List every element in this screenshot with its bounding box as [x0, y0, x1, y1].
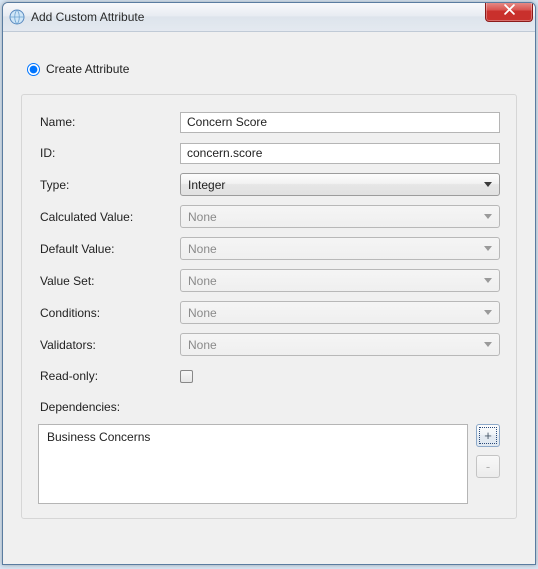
readonly-checkbox[interactable] [180, 370, 193, 383]
row-default-value: Default Value: None [38, 237, 500, 260]
name-input[interactable] [180, 112, 500, 133]
label-type: Type: [38, 178, 180, 192]
calculated-value-select-value: None [188, 210, 217, 224]
label-conditions: Conditions: [38, 306, 180, 320]
remove-dependency-button[interactable]: - [476, 455, 500, 478]
close-button[interactable] [485, 2, 533, 22]
label-readonly: Read-only: [38, 369, 180, 383]
label-value-set: Value Set: [38, 274, 180, 288]
row-readonly: Read-only: [38, 365, 500, 387]
row-name: Name: [38, 111, 500, 133]
row-validators: Validators: None [38, 333, 500, 356]
validators-select-value: None [188, 338, 217, 352]
row-value-set: Value Set: None [38, 269, 500, 292]
row-type: Type: Integer [38, 173, 500, 196]
chevron-down-icon [484, 342, 492, 347]
chevron-down-icon [484, 182, 492, 187]
create-attribute-radio[interactable] [27, 63, 40, 76]
plus-icon: + [484, 428, 492, 443]
id-input[interactable] [180, 143, 500, 164]
row-id: ID: [38, 142, 500, 164]
window-title: Add Custom Attribute [31, 10, 144, 24]
chevron-down-icon [484, 278, 492, 283]
label-dependencies: Dependencies: [38, 400, 180, 414]
label-calculated-value: Calculated Value: [38, 210, 180, 224]
row-conditions: Conditions: None [38, 301, 500, 324]
default-value-select-value: None [188, 242, 217, 256]
type-select-value: Integer [188, 178, 225, 192]
label-default-value: Default Value: [38, 242, 180, 256]
type-select[interactable]: Integer [180, 173, 500, 196]
minus-icon: - [486, 459, 490, 474]
dependencies-area: Business Concerns + - [38, 424, 500, 504]
label-id: ID: [38, 146, 180, 160]
attribute-form-group: Name: ID: Type: Integer Calculated Value… [21, 94, 517, 519]
dialog-window: Add Custom Attribute Create Attribute Na… [2, 2, 536, 565]
validators-select[interactable]: None [180, 333, 500, 356]
label-validators: Validators: [38, 338, 180, 352]
titlebar[interactable]: Add Custom Attribute [3, 3, 535, 32]
mode-radio-row: Create Attribute [27, 62, 517, 76]
row-dependencies-label: Dependencies: [38, 396, 500, 418]
dependencies-buttons: + - [476, 424, 500, 478]
label-name: Name: [38, 115, 180, 129]
app-globe-icon [9, 9, 25, 25]
dependencies-list[interactable]: Business Concerns [38, 424, 468, 504]
chevron-down-icon [484, 214, 492, 219]
chevron-down-icon [484, 246, 492, 251]
conditions-select[interactable]: None [180, 301, 500, 324]
create-attribute-label: Create Attribute [46, 62, 129, 76]
conditions-select-value: None [188, 306, 217, 320]
list-item[interactable]: Business Concerns [47, 430, 459, 444]
value-set-select[interactable]: None [180, 269, 500, 292]
chevron-down-icon [484, 310, 492, 315]
default-value-select[interactable]: None [180, 237, 500, 260]
value-set-select-value: None [188, 274, 217, 288]
add-dependency-button[interactable]: + [476, 424, 500, 447]
dialog-content: Create Attribute Name: ID: Type: Integer… [3, 32, 535, 529]
row-calculated-value: Calculated Value: None [38, 205, 500, 228]
calculated-value-select[interactable]: None [180, 205, 500, 228]
close-icon [504, 4, 515, 18]
